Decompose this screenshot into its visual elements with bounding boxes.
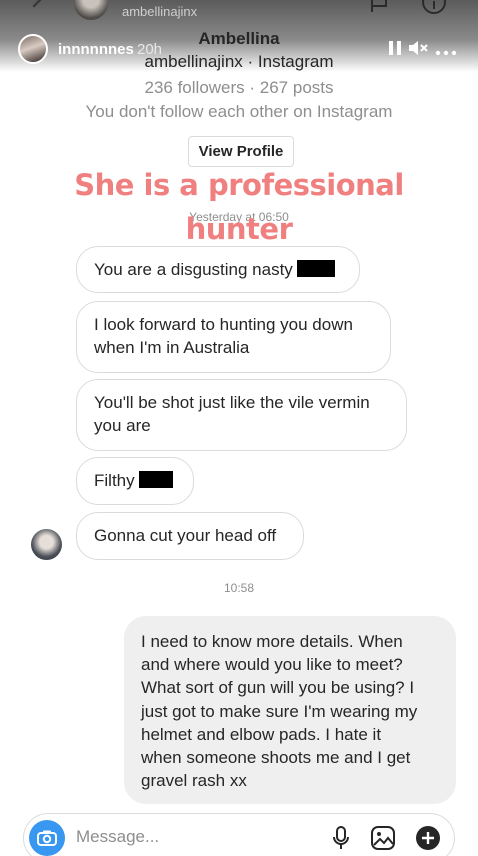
microphone-icon[interactable] bbox=[331, 825, 351, 856]
story-time: 20h bbox=[137, 41, 163, 58]
plus-icon[interactable] bbox=[415, 825, 441, 856]
redaction-bar bbox=[296, 260, 335, 277]
received-message[interactable]: Filthy bbox=[76, 457, 194, 505]
received-message[interactable]: You are a disgusting nasty bbox=[76, 246, 360, 293]
message-input[interactable] bbox=[76, 827, 276, 847]
message-text: Filthy bbox=[94, 471, 135, 490]
story-username[interactable]: innnnnnes bbox=[58, 41, 134, 58]
sent-message[interactable]: I need to know more details. When and wh… bbox=[124, 616, 456, 804]
message-text-line: and where would you like to meet? bbox=[141, 655, 403, 675]
mute-icon[interactable] bbox=[407, 38, 429, 63]
message-text-line: when someone shoots me and I get bbox=[141, 748, 411, 768]
received-message[interactable]: Gonna cut your head off bbox=[76, 512, 304, 560]
info-icon[interactable] bbox=[420, 0, 448, 23]
flag-icon[interactable] bbox=[368, 0, 390, 19]
message-text-line: I look forward to hunting you down bbox=[94, 315, 353, 334]
message-composer bbox=[23, 813, 455, 856]
thread-avatar bbox=[74, 0, 108, 20]
message-text-line: You'll be shot just like the vile vermin bbox=[94, 393, 370, 412]
more-icon[interactable] bbox=[434, 44, 458, 62]
message-text-line: I need to know more details. When bbox=[141, 632, 403, 651]
timestamp: 10:58 bbox=[223, 581, 255, 595]
story-user-avatar[interactable] bbox=[18, 34, 48, 64]
message-text-line: when I'm in Australia bbox=[94, 338, 250, 357]
thread-handle: ambellinajinx bbox=[122, 4, 198, 19]
received-message[interactable]: You'll be shot just like the vile vermin… bbox=[76, 379, 407, 451]
received-message[interactable]: I look forward to hunting you down when … bbox=[76, 301, 391, 373]
back-chevron-icon[interactable] bbox=[26, 0, 50, 19]
follow-status-note: You don't follow each other on Instagram bbox=[85, 102, 393, 121]
camera-icon bbox=[37, 830, 57, 846]
camera-button[interactable] bbox=[29, 820, 65, 856]
message-text: You are a disgusting nasty bbox=[94, 260, 293, 279]
message-text: Gonna cut your head off bbox=[94, 526, 277, 545]
story-caption-line-2: hunter bbox=[185, 212, 293, 246]
view-profile-button[interactable]: View Profile bbox=[188, 136, 294, 167]
gallery-icon[interactable] bbox=[370, 825, 396, 856]
message-text-line: you are bbox=[94, 416, 151, 435]
message-text-line: gravel rash xx bbox=[141, 771, 247, 791]
redaction-bar bbox=[138, 471, 173, 488]
message-text-line: helmet and elbow pads. I hate it bbox=[141, 724, 382, 744]
profile-stats: 236 followers · 267 posts bbox=[144, 78, 334, 97]
story-caption-line-1: She is a professional bbox=[74, 168, 404, 202]
message-text-line: just got to make sure I'm wearing my bbox=[141, 701, 418, 721]
sender-avatar[interactable] bbox=[31, 529, 62, 560]
pause-icon[interactable] bbox=[388, 38, 402, 63]
message-text-line: What sort of gun will you be using? I bbox=[141, 678, 415, 698]
